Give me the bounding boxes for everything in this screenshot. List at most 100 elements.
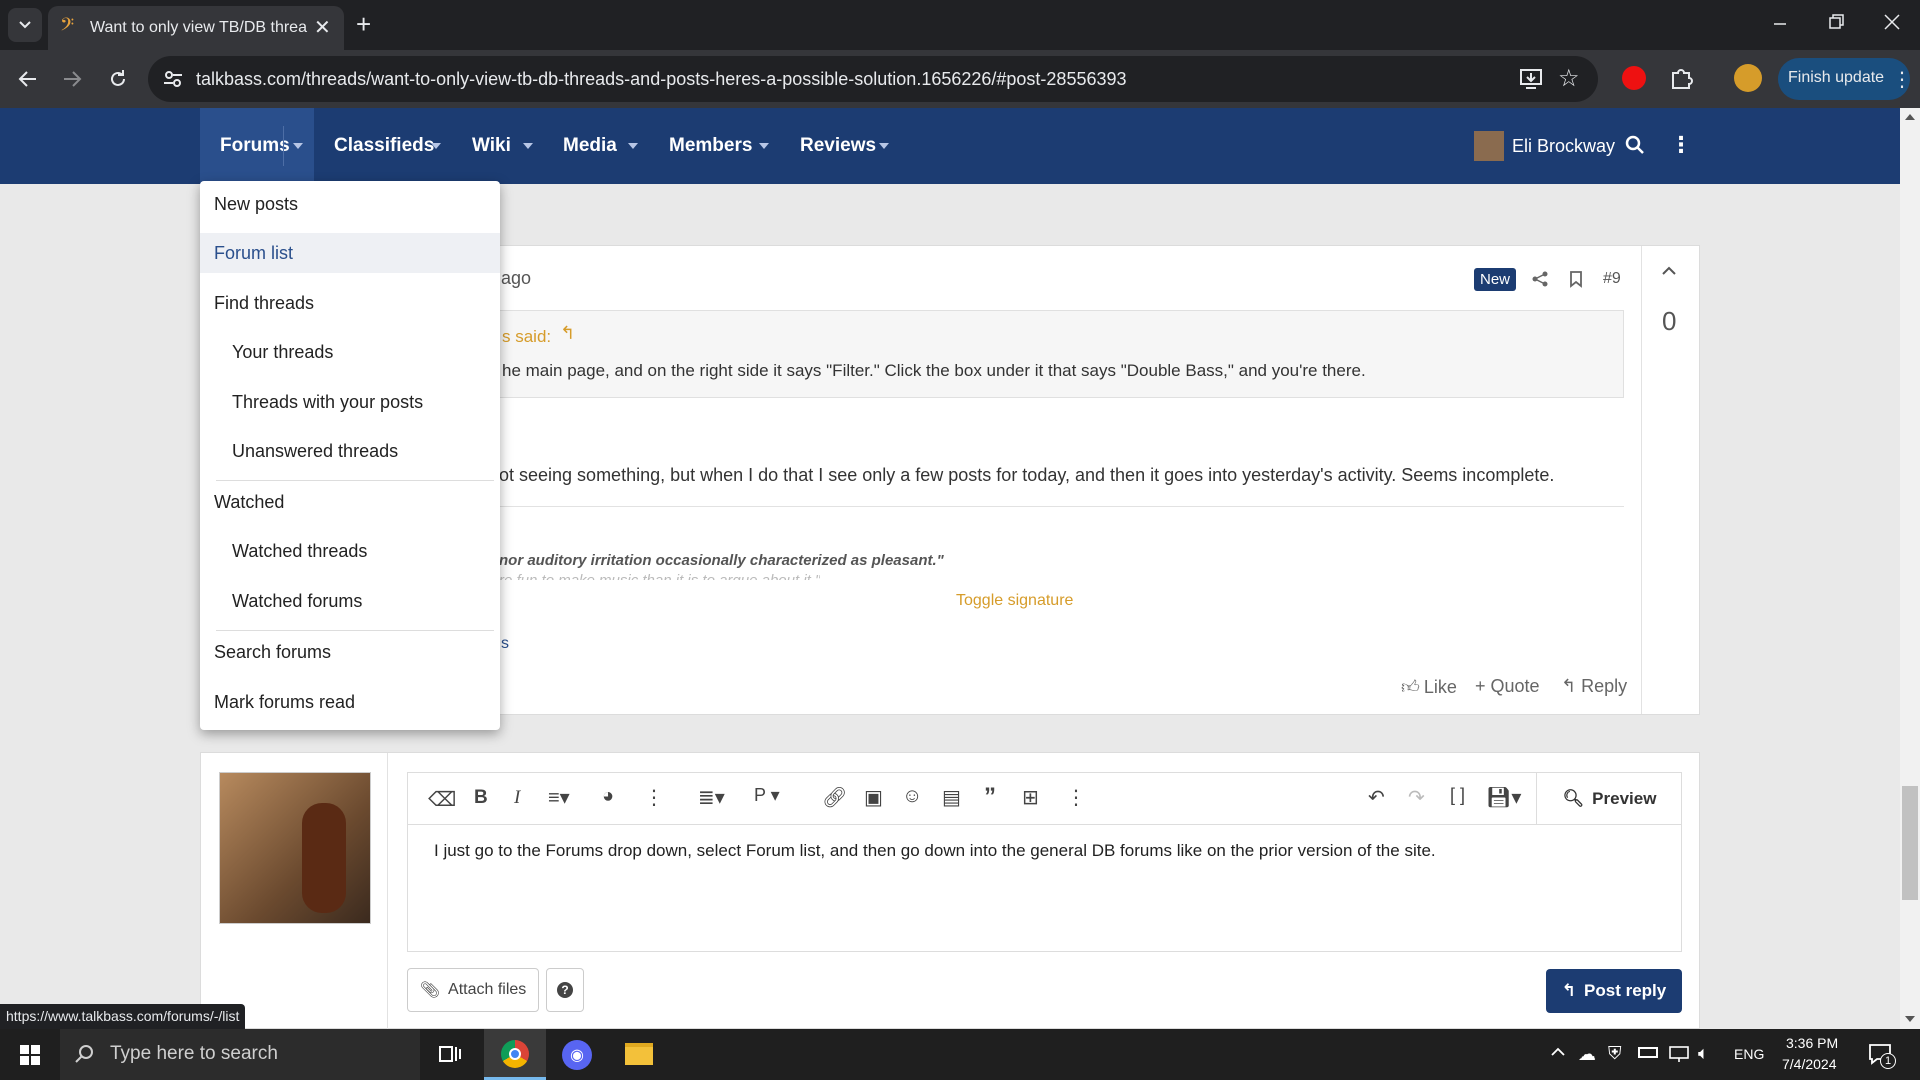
battery-icon[interactable]	[1638, 1047, 1658, 1058]
menu-item-mark-forums-read[interactable]: Mark forums read	[200, 682, 500, 722]
attach-files-button[interactable]: 📎︎ Attach files	[407, 968, 539, 1012]
toggle-signature-link[interactable]: Toggle signature	[956, 592, 1073, 610]
security-shield-icon[interactable]: ⛨	[1608, 1043, 1622, 1064]
double-bass-icon	[302, 803, 346, 913]
tab-search-button[interactable]	[8, 8, 42, 42]
onedrive-cloud-icon[interactable]: ☁	[1578, 1044, 1596, 1065]
table-icon[interactable]: ⊞	[1022, 785, 1039, 810]
minimize-button[interactable]	[1770, 10, 1790, 34]
new-tab-button[interactable]: +	[356, 9, 371, 40]
toggle-bbcode-icon[interactable]: [ ]	[1450, 785, 1465, 806]
post-number[interactable]: #9	[1603, 270, 1621, 288]
post-time[interactable]: ago	[501, 268, 531, 289]
chevron-down-icon	[523, 143, 533, 149]
reload-icon[interactable]	[106, 67, 130, 91]
share-icon[interactable]	[1531, 270, 1549, 288]
eraser-icon[interactable]: ⌫	[428, 787, 456, 812]
language-indicator[interactable]: ENG	[1734, 1046, 1764, 1062]
volume-icon[interactable]: 🔈︎	[1698, 1043, 1709, 1064]
file-explorer-taskbar-button[interactable]	[608, 1029, 670, 1080]
close-window-button[interactable]	[1880, 10, 1904, 34]
vote-column-divider	[1641, 246, 1642, 714]
align-dropdown-icon[interactable]: ≣▾	[698, 785, 725, 810]
bookmark-star-icon[interactable]: ☆	[1558, 64, 1580, 93]
italic-icon[interactable]: I	[514, 787, 520, 809]
redo-icon[interactable]: ↷	[1408, 785, 1425, 810]
post-reply-button[interactable]: ↰ Post reply	[1546, 969, 1682, 1013]
more-vert-icon: ⋮	[1892, 69, 1912, 91]
help-button[interactable]: ?	[546, 968, 584, 1012]
search-icon[interactable]	[1624, 134, 1646, 156]
palette-icon[interactable]: ◕	[602, 785, 614, 808]
reply-text-area[interactable]: I just go to the Forums drop down, selec…	[407, 824, 1682, 952]
quote-marks-icon[interactable]: ”	[984, 783, 996, 811]
bold-icon[interactable]: B	[474, 787, 488, 809]
extension-stop-icon[interactable]	[1622, 66, 1646, 90]
like-button[interactable]: 👍︎ Like	[1401, 676, 1457, 698]
chrome-taskbar-button[interactable]	[484, 1029, 546, 1080]
menu-item-unanswered-threads[interactable]: Unanswered threads	[200, 431, 500, 471]
address-bar[interactable]: talkbass.com/threads/want-to-only-view-t…	[148, 56, 1598, 102]
taskbar-search-box[interactable]: Type here to search	[60, 1029, 420, 1080]
network-icon[interactable]	[1668, 1045, 1690, 1063]
more-options-icon[interactable]: ⋮	[1670, 132, 1692, 158]
bookmark-icon[interactable]	[1569, 270, 1583, 288]
scroll-down-arrow-icon[interactable]	[1905, 1016, 1915, 1022]
clock-date[interactable]: 7/4/2024	[1782, 1056, 1837, 1072]
back-arrow-icon[interactable]	[16, 67, 40, 91]
nav-classifieds[interactable]: Classifieds	[334, 108, 444, 184]
tab-close-icon[interactable]: ✕	[314, 15, 331, 40]
more-insert-options-icon[interactable]: ⋮	[1066, 785, 1086, 810]
menu-item-watched[interactable]: Watched	[200, 482, 500, 522]
nav-reviews[interactable]: Reviews	[800, 108, 896, 184]
paragraph-dropdown-icon[interactable]: P ▾	[754, 785, 780, 806]
menu-item-forum-list[interactable]: Forum list	[200, 233, 500, 273]
menu-item-label: Your threads	[232, 341, 334, 362]
browser-tab[interactable]: 𝄢 Want to only view TB/DB threa ✕	[48, 6, 344, 50]
media-icon[interactable]: ▤	[942, 785, 961, 810]
menu-item-find-threads[interactable]: Find threads	[200, 283, 500, 323]
extensions-puzzle-icon[interactable]	[1668, 65, 1694, 91]
quote-button[interactable]: + Quote	[1475, 676, 1540, 697]
image-icon[interactable]: ▣	[864, 785, 883, 810]
menu-item-your-threads[interactable]: Your threads	[200, 332, 500, 372]
link-icon[interactable]: 🔗︎	[822, 785, 847, 810]
page-scrollbar[interactable]	[1900, 108, 1920, 1029]
reply-user-avatar	[219, 772, 371, 924]
user-menu[interactable]: Eli Brockway	[1474, 130, 1615, 162]
install-app-icon[interactable]	[1518, 66, 1544, 92]
menu-item-search-forums[interactable]: Search forums	[200, 632, 500, 672]
nav-media[interactable]: Media	[563, 108, 643, 184]
nav-members[interactable]: Members	[669, 108, 775, 184]
windows-start-icon[interactable]	[20, 1045, 40, 1065]
preview-button[interactable]: 🔍︎ Preview	[1536, 773, 1682, 825]
menu-item-threads-with-your-posts[interactable]: Threads with your posts	[200, 382, 500, 422]
quote-author[interactable]: s said:	[502, 327, 551, 347]
more-text-options-icon[interactable]: ⋮	[644, 785, 664, 810]
reactions-fragment[interactable]: s	[501, 635, 509, 653]
finish-update-button[interactable]: Finish update ⋮	[1778, 58, 1912, 100]
save-draft-dropdown-icon[interactable]: 💾︎▾	[1486, 785, 1521, 810]
undo-icon[interactable]: ↶	[1368, 785, 1385, 810]
task-view-icon[interactable]	[438, 1043, 462, 1065]
menu-item-watched-threads[interactable]: Watched threads	[200, 531, 500, 571]
menu-item-new-posts[interactable]: New posts	[200, 184, 500, 224]
site-settings-icon[interactable]	[162, 68, 184, 90]
discord-taskbar-button[interactable]: ◉	[546, 1029, 608, 1080]
reply-button[interactable]: ↰ Reply	[1561, 676, 1627, 697]
text-format-dropdown-icon[interactable]: ≡▾	[548, 785, 570, 810]
scroll-up-arrow-icon[interactable]	[1905, 114, 1915, 120]
quote-jump-icon[interactable]: ↰	[560, 323, 575, 344]
chevron-down-icon[interactable]	[293, 143, 303, 149]
nav-wiki[interactable]: Wiki	[472, 108, 542, 184]
upvote-chevron-icon[interactable]	[1661, 266, 1677, 276]
restore-button[interactable]	[1824, 10, 1848, 34]
show-hidden-icons-chevron-icon[interactable]	[1550, 1047, 1566, 1057]
menu-item-watched-forums[interactable]: Watched forums	[200, 581, 500, 621]
clock-time[interactable]: 3:36 PM	[1786, 1035, 1838, 1051]
nav-forums[interactable]: Forums	[200, 108, 314, 184]
profile-avatar-icon[interactable]	[1734, 64, 1762, 92]
smiley-icon[interactable]: ☺	[902, 785, 922, 808]
scrollbar-thumb[interactable]	[1902, 786, 1918, 900]
forward-arrow-icon[interactable]	[60, 67, 84, 91]
